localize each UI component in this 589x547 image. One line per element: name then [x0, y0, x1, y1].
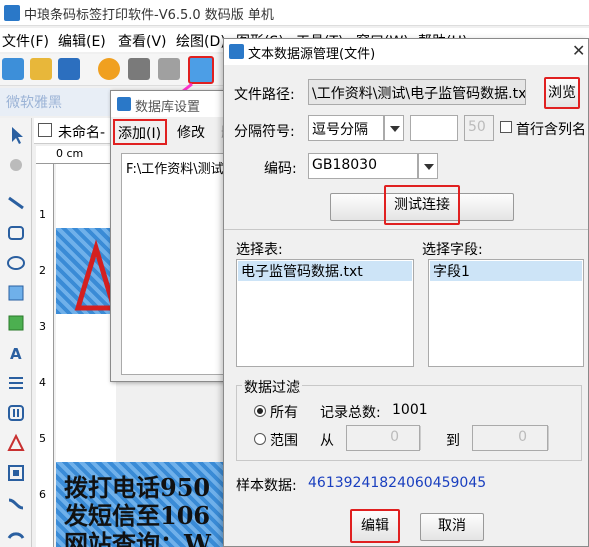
fields-listbox[interactable]: 字段1	[428, 259, 584, 367]
edit-button[interactable]: 编辑	[350, 509, 400, 543]
ruler-mark: 4	[39, 376, 46, 389]
ruler-mark: 2	[39, 264, 46, 277]
horizontal-ruler: 0 cm	[36, 146, 116, 164]
line-tool-icon[interactable]	[5, 192, 27, 214]
document-tab-bar: 未命名-	[34, 118, 114, 144]
first-row-checkbox[interactable]	[500, 121, 512, 133]
menu-file[interactable]: 文件(F)	[2, 31, 49, 51]
range-label: 范围	[270, 433, 298, 449]
ds-dialog-icon	[229, 44, 244, 59]
from-label: 从	[320, 433, 334, 449]
print-icon[interactable]	[128, 58, 150, 80]
font-name[interactable]: 微软雅黑	[6, 92, 62, 112]
label-background-bottom: 拨打电话950 发短信至106 网站查询：W	[56, 462, 224, 547]
tables-label: 选择表:	[236, 242, 283, 258]
ruler-mark: 3	[39, 320, 46, 333]
rectangle-tool-icon[interactable]	[5, 222, 27, 244]
encoding-label: 编码:	[264, 161, 297, 177]
file-path-field[interactable]: \工作资料\测试\电子监管码数据.txt	[308, 79, 526, 105]
ruler-unit-label: 0 cm	[56, 147, 84, 160]
separator-label: 分隔符号:	[234, 124, 295, 140]
ruler-mark: 6	[39, 488, 46, 501]
total-label: 记录总数:	[320, 405, 381, 421]
total-value: 1001	[392, 402, 428, 418]
ruler-mark: 5	[39, 432, 46, 445]
ds-dialog-title-bar: 文本数据源管理(文件) ✕	[224, 39, 588, 65]
image-tool-icon[interactable]	[5, 282, 27, 304]
ellipse-tool-icon[interactable]	[5, 252, 27, 274]
tables-listbox[interactable]: 电子监管码数据.txt	[236, 259, 414, 367]
drawing-tools-panel: A	[0, 118, 32, 547]
field-row[interactable]: 字段1	[430, 261, 582, 281]
all-radio[interactable]	[254, 405, 266, 417]
database-settings-dialog: 数据库设置 添加(I) 修改 删 F:\工作资料\测试	[110, 90, 235, 382]
from-spinner-icon[interactable]	[420, 426, 434, 450]
sample-value: 46139241824060459045	[308, 475, 487, 491]
new-icon[interactable]	[2, 58, 24, 80]
text-data-source-dialog: 文本数据源管理(文件) ✕ 文件路径: \工作资料\测试\电子监管码数据.txt…	[223, 38, 589, 547]
menu-draw[interactable]: 绘图(D)	[176, 31, 226, 51]
from-field[interactable]: 0	[346, 425, 420, 451]
encoding-dropdown-icon[interactable]	[418, 153, 438, 179]
table-row[interactable]: 电子监管码数据.txt	[238, 261, 412, 281]
ds-dialog-title: 文本数据源管理(文件)	[248, 47, 376, 62]
sample-label: 样本数据:	[236, 478, 297, 494]
picture-tool-icon[interactable]	[5, 312, 27, 334]
ruler-mark: 1	[39, 208, 46, 221]
to-label: 到	[446, 433, 460, 449]
file-path-label: 文件路径:	[234, 87, 295, 103]
first-row-label: 首行含列名	[516, 122, 586, 138]
triangle-tool-icon[interactable]	[5, 432, 27, 454]
menu-edit[interactable]: 编辑(E)	[58, 31, 106, 51]
menu-view[interactable]: 查看(V)	[118, 31, 167, 51]
print-preview-icon[interactable]	[158, 58, 180, 80]
all-label: 所有	[270, 405, 298, 421]
fields-label: 选择字段:	[422, 242, 483, 258]
label-text-line[interactable]: 网站查询：W	[64, 524, 211, 547]
cancel-button[interactable]: 取消	[420, 513, 484, 541]
settings-icon[interactable]	[98, 58, 120, 80]
app-title: 中琅条码标签打印软件-V6.5.0 数码版 单机	[24, 8, 274, 23]
pan-icon[interactable]	[5, 154, 27, 176]
tab-untitled[interactable]: 未命名-	[58, 122, 105, 142]
encoding-select[interactable]: GB18030	[308, 153, 418, 179]
vertical-ruler: 1 2 3 4 5 6	[36, 164, 54, 547]
database-list-item[interactable]: F:\工作资料\测试	[126, 158, 224, 177]
document-icon	[38, 123, 52, 137]
save-icon[interactable]	[58, 58, 80, 80]
database-list[interactable]: F:\工作资料\测试	[121, 153, 233, 375]
db-dialog-title: 数据库设置	[135, 100, 201, 115]
app-title-bar: 中琅条码标签打印软件-V6.5.0 数码版 单机	[0, 0, 589, 26]
text-tool-icon[interactable]: A	[5, 342, 27, 364]
to-spinner-icon[interactable]	[548, 426, 562, 450]
separator-custom-field[interactable]	[410, 115, 458, 141]
qrcode-tool-icon[interactable]	[5, 462, 27, 484]
browse-button[interactable]: 浏览	[544, 77, 580, 109]
font-toolbar: 微软雅黑	[0, 88, 110, 116]
data-filter-label: 数据过滤	[242, 377, 302, 397]
separator-dropdown-icon[interactable]	[384, 115, 404, 141]
arc-tool-icon[interactable]	[5, 520, 27, 542]
range-radio[interactable]	[254, 433, 266, 445]
db-dialog-title-bar: 数据库设置	[111, 91, 235, 117]
svg-text:A: A	[10, 345, 22, 363]
separator-select[interactable]: 逗号分隔	[308, 115, 384, 141]
add-button[interactable]: 添加(I)	[113, 119, 167, 145]
open-icon[interactable]	[30, 58, 52, 80]
db-dialog-icon	[117, 97, 131, 111]
barcode-tool-icon[interactable]	[5, 402, 27, 424]
rich-text-tool-icon[interactable]	[5, 372, 27, 394]
close-icon[interactable]: ✕	[572, 41, 585, 60]
app-logo-icon	[4, 5, 20, 21]
select-arrow-icon[interactable]	[5, 124, 27, 146]
modify-button[interactable]: 修改	[177, 122, 205, 144]
curve-tool-icon[interactable]	[5, 492, 27, 514]
divider	[224, 229, 588, 230]
test-connection-label[interactable]: 测试连接	[384, 185, 460, 225]
separator-count-field[interactable]: 50	[464, 115, 494, 141]
to-field[interactable]: 0	[472, 425, 548, 451]
label-background-top	[56, 228, 118, 314]
